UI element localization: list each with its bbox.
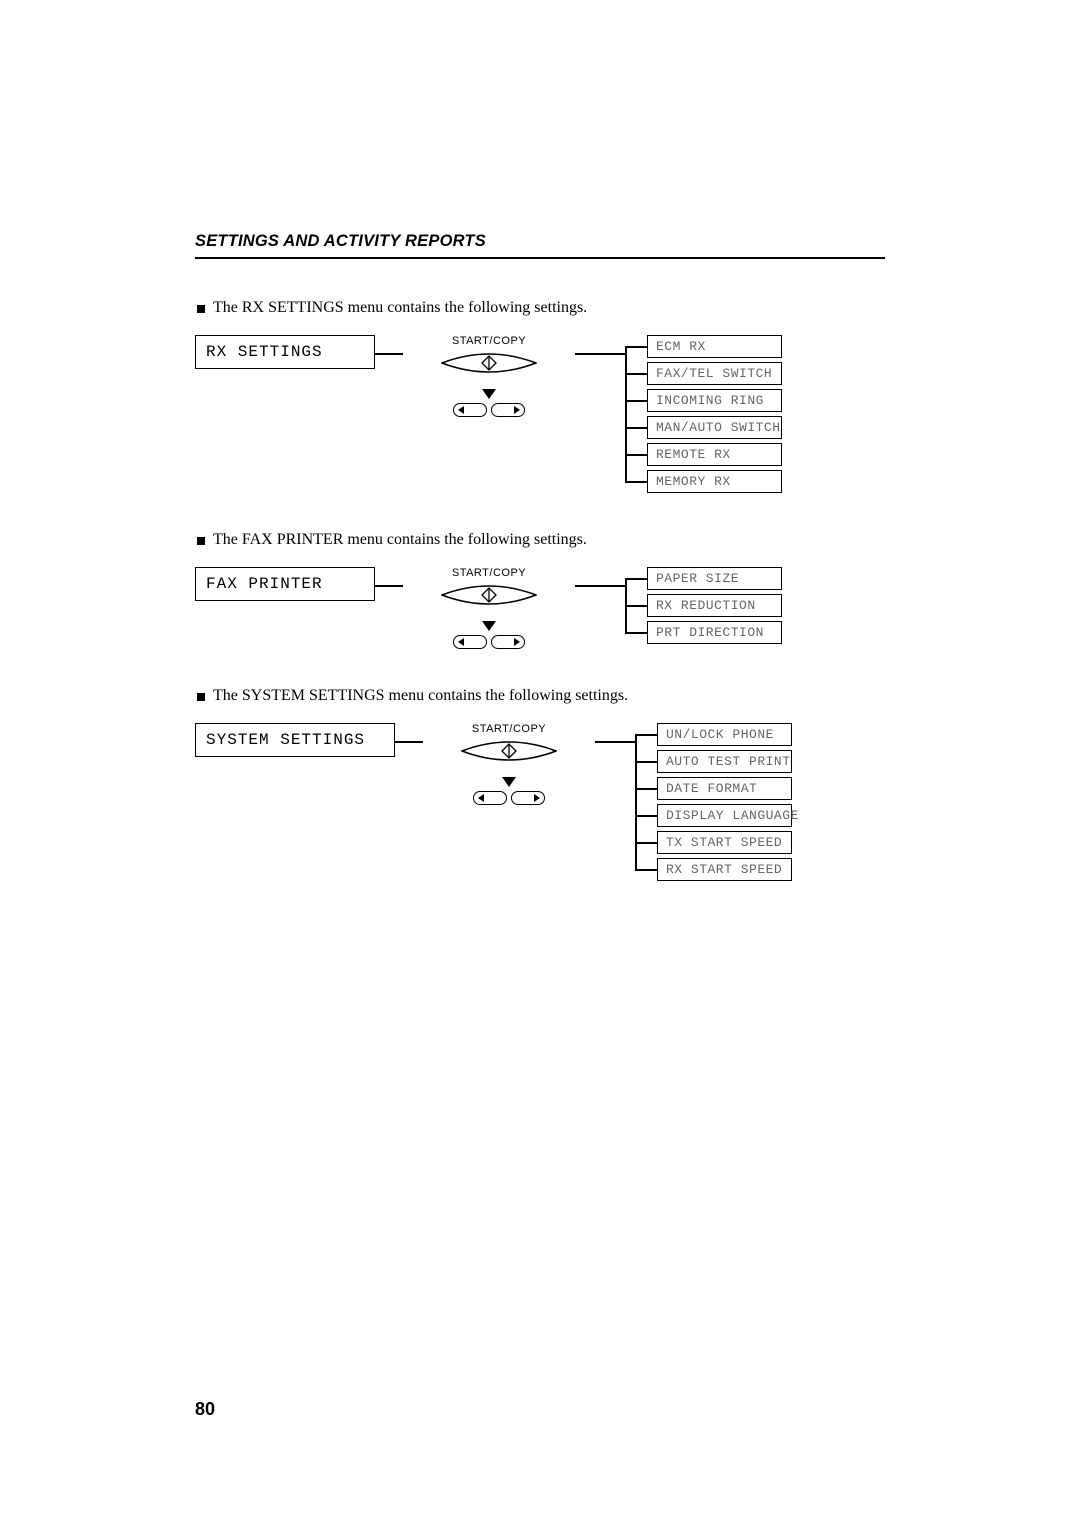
options-system-settings: UN/LOCK PHONE AUTO TEST PRINT DATE FORMA… — [635, 723, 792, 881]
option-spine — [625, 335, 647, 493]
bullet-icon — [197, 537, 205, 545]
start-copy-button — [441, 349, 537, 377]
option-paper-size: PAPER SIZE — [647, 567, 782, 590]
section-header: SETTINGS AND ACTIVITY REPORTS — [195, 232, 885, 251]
connector — [375, 585, 403, 587]
diagram-rx-settings: RX SETTINGS START/COPY — [195, 335, 885, 493]
option-unlock-phone: UN/LOCK PHONE — [657, 723, 792, 746]
option-incoming-ring: INCOMING RING — [647, 389, 782, 412]
bullet-text: The RX SETTINGS menu contains the follow… — [213, 299, 587, 317]
bullet-text: The FAX PRINTER menu contains the follow… — [213, 531, 587, 549]
option-tx-start-speed: TX START SPEED — [657, 831, 792, 854]
diagram-fax-printer: FAX PRINTER START/COPY — [195, 567, 885, 649]
left-key-icon — [453, 635, 487, 649]
right-key-icon — [511, 791, 545, 805]
option-fax-tel-switch: FAX/TEL SWITCH — [647, 362, 782, 385]
option-spine — [625, 567, 647, 644]
connector — [575, 585, 625, 587]
down-arrow-icon — [482, 621, 496, 631]
option-ecm-rx: ECM RX — [647, 335, 782, 358]
option-spine — [635, 723, 657, 881]
start-copy-label: START/COPY — [452, 567, 526, 579]
option-date-format: DATE FORMAT — [657, 777, 792, 800]
connector — [375, 353, 403, 355]
arrow-keys — [453, 389, 525, 417]
start-copy-label: START/COPY — [452, 335, 526, 347]
bullet-system-settings: The SYSTEM SETTINGS menu contains the fo… — [197, 687, 885, 705]
start-copy-button — [461, 737, 557, 765]
option-display-language: DISPLAY LANGUAGE — [657, 804, 792, 827]
options-rx-settings: ECM RX FAX/TEL SWITCH INCOMING RING MAN/… — [625, 335, 782, 493]
start-copy-control: START/COPY — [439, 723, 579, 805]
start-copy-control: START/COPY — [419, 567, 559, 649]
menu-box-system-settings: SYSTEM SETTINGS — [195, 723, 395, 757]
header-rule — [195, 257, 885, 259]
right-key-icon — [491, 403, 525, 417]
options-fax-printer: PAPER SIZE RX REDUCTION PRT DIRECTION — [625, 567, 782, 644]
connector — [595, 741, 635, 743]
bullet-icon — [197, 305, 205, 313]
arrow-keys — [453, 621, 525, 649]
bullet-icon — [197, 693, 205, 701]
right-key-icon — [491, 635, 525, 649]
menu-box-fax-printer: FAX PRINTER — [195, 567, 375, 601]
page: SETTINGS AND ACTIVITY REPORTS The RX SET… — [0, 0, 1080, 1528]
start-copy-label: START/COPY — [472, 723, 546, 735]
option-rx-start-speed: RX START SPEED — [657, 858, 792, 881]
menu-box-rx-settings: RX SETTINGS — [195, 335, 375, 369]
down-arrow-icon — [482, 389, 496, 399]
bullet-rx-settings: The RX SETTINGS menu contains the follow… — [197, 299, 885, 317]
option-auto-test-print: AUTO TEST PRINT — [657, 750, 792, 773]
bullet-text: The SYSTEM SETTINGS menu contains the fo… — [213, 687, 628, 705]
bullet-fax-printer: The FAX PRINTER menu contains the follow… — [197, 531, 885, 549]
option-remote-rx: REMOTE RX — [647, 443, 782, 466]
option-man-auto-switch: MAN/AUTO SWITCH — [647, 416, 782, 439]
arrow-keys — [473, 777, 545, 805]
start-copy-button — [441, 581, 537, 609]
page-number: 80 — [195, 1399, 215, 1420]
left-key-icon — [453, 403, 487, 417]
connector — [575, 353, 625, 355]
option-memory-rx: MEMORY RX — [647, 470, 782, 493]
diagram-system-settings: SYSTEM SETTINGS START/COPY — [195, 723, 885, 881]
left-key-icon — [473, 791, 507, 805]
down-arrow-icon — [502, 777, 516, 787]
option-rx-reduction: RX REDUCTION — [647, 594, 782, 617]
option-prt-direction: PRT DIRECTION — [647, 621, 782, 644]
connector — [395, 741, 423, 743]
start-copy-control: START/COPY — [419, 335, 559, 417]
